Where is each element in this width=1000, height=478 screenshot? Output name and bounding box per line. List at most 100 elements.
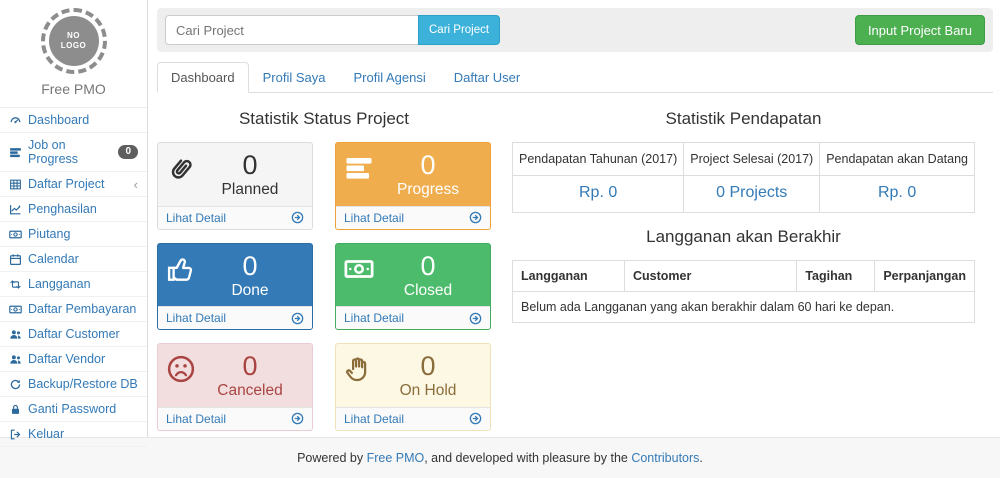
refresh-icon bbox=[9, 378, 22, 391]
line-chart-icon bbox=[9, 203, 22, 216]
status-card-done: 0 Done Lihat Detail bbox=[157, 243, 313, 331]
planned-detail-link[interactable]: Lihat Detail bbox=[158, 206, 312, 229]
footer-text: Powered by bbox=[297, 451, 366, 465]
sidebar-item-calendar[interactable]: Calendar bbox=[0, 247, 147, 272]
tasks-icon bbox=[9, 146, 22, 159]
lihat-detail-label[interactable]: Lihat Detail bbox=[344, 311, 404, 325]
paperclip-icon bbox=[166, 153, 196, 183]
subscription-empty-message: Belum ada Langganan yang akan berakhir d… bbox=[513, 292, 975, 323]
page-footer: Powered by Free PMO, and developed with … bbox=[0, 437, 1000, 478]
status-card-canceled: 0 Canceled Lihat Detail bbox=[157, 343, 313, 431]
status-card-planned: 0 Planned Lihat Detail bbox=[157, 142, 313, 230]
main-content: Cari Project Input Project Baru Dashboar… bbox=[148, 0, 1000, 437]
projects-done-value[interactable]: 0 Projects bbox=[716, 184, 787, 201]
progress-label: Progress bbox=[374, 181, 482, 200]
search-button[interactable]: Cari Project bbox=[418, 15, 500, 45]
income-col-header: Pendapatan akan Datang bbox=[820, 143, 975, 176]
status-card-progress: 0 Progress Lihat Detail bbox=[335, 142, 491, 230]
sidebar-item-job-on-progress[interactable]: Job on Progress 0 bbox=[0, 133, 147, 172]
on-hold-detail-link[interactable]: Lihat Detail bbox=[336, 407, 490, 430]
done-detail-link[interactable]: Lihat Detail bbox=[158, 306, 312, 329]
planned-count: 0 bbox=[196, 150, 304, 181]
tab-profil-saya[interactable]: Profil Saya bbox=[249, 62, 340, 93]
lihat-detail-label[interactable]: Lihat Detail bbox=[166, 412, 226, 426]
closed-detail-link[interactable]: Lihat Detail bbox=[336, 306, 490, 329]
sidebar-item-daftar-pembayaran[interactable]: Daftar Pembayaran bbox=[0, 297, 147, 322]
closed-label: Closed bbox=[374, 282, 482, 301]
tab-profil-agensi[interactable]: Profil Agensi bbox=[339, 62, 439, 93]
arrow-circle-right-icon bbox=[469, 211, 482, 224]
nav-tabs: Dashboard Profil Saya Profil Agensi Daft… bbox=[157, 62, 993, 93]
sidebar-item-daftar-vendor[interactable]: Daftar Vendor bbox=[0, 347, 147, 372]
lihat-detail-label[interactable]: Lihat Detail bbox=[166, 311, 226, 325]
status-card-on-hold: 0 On Hold Lihat Detail bbox=[335, 343, 491, 431]
income-section-title: Statistik Pendapatan bbox=[512, 109, 975, 129]
arrow-circle-right-icon bbox=[291, 412, 304, 425]
job-count-badge: 0 bbox=[118, 145, 138, 159]
done-label: Done bbox=[196, 282, 304, 301]
sidebar: NO LOGO Free PMO Dashboard Job on Progre… bbox=[0, 0, 148, 437]
new-project-button[interactable]: Input Project Baru bbox=[855, 15, 985, 45]
users-icon bbox=[9, 353, 22, 366]
canceled-detail-link[interactable]: Lihat Detail bbox=[158, 407, 312, 430]
income-col-header: Project Selesai (2017) bbox=[684, 143, 820, 176]
arrow-circle-right-icon bbox=[291, 211, 304, 224]
agency-logo: NO LOGO bbox=[41, 8, 107, 74]
canceled-count: 0 bbox=[196, 351, 304, 382]
sidebar-item-label: Daftar Project bbox=[28, 177, 104, 191]
footer-text: , and developed with pleasure by the bbox=[424, 451, 631, 465]
sidebar-item-label: Piutang bbox=[28, 227, 70, 241]
progress-detail-link[interactable]: Lihat Detail bbox=[336, 206, 490, 229]
arrow-circle-right-icon bbox=[291, 312, 304, 325]
sidebar-item-label: Calendar bbox=[28, 252, 79, 266]
retweet-icon bbox=[9, 278, 22, 291]
arrow-circle-right-icon bbox=[469, 412, 482, 425]
thumbs-up-icon bbox=[166, 254, 196, 284]
sidebar-item-keluar[interactable]: Keluar bbox=[0, 422, 147, 447]
subscription-section-title: Langganan akan Berakhir bbox=[512, 227, 975, 247]
sidebar-item-dashboard[interactable]: Dashboard bbox=[0, 108, 147, 133]
lihat-detail-label[interactable]: Lihat Detail bbox=[344, 211, 404, 225]
sidebar-item-label: Ganti Password bbox=[28, 402, 116, 416]
subscription-col-header: Langganan bbox=[513, 261, 625, 292]
sidebar-item-langganan[interactable]: Langganan bbox=[0, 272, 147, 297]
sidebar-item-label: Langganan bbox=[28, 277, 91, 291]
lihat-detail-label[interactable]: Lihat Detail bbox=[166, 211, 226, 225]
income-stats-table: Pendapatan Tahunan (2017) Project Selesa… bbox=[512, 142, 975, 213]
canceled-label: Canceled bbox=[196, 382, 304, 401]
lock-icon bbox=[9, 403, 22, 416]
no-logo-badge: NO LOGO bbox=[49, 16, 99, 66]
sidebar-item-daftar-customer[interactable]: Daftar Customer bbox=[0, 322, 147, 347]
on-hold-count: 0 bbox=[374, 351, 482, 382]
table-row: Belum ada Langganan yang akan berakhir d… bbox=[513, 292, 975, 323]
app-name: Free PMO bbox=[0, 78, 147, 107]
free-pmo-link[interactable]: Free PMO bbox=[367, 451, 425, 465]
search-input[interactable] bbox=[165, 15, 419, 45]
arrow-circle-right-icon bbox=[469, 312, 482, 325]
sidebar-item-piutang[interactable]: Piutang bbox=[0, 222, 147, 247]
yearly-income-value[interactable]: Rp. 0 bbox=[579, 184, 617, 201]
income-col-header: Pendapatan Tahunan (2017) bbox=[513, 143, 684, 176]
subscription-col-header: Perpanjangan bbox=[875, 261, 975, 292]
sidebar-item-penghasilan[interactable]: Penghasilan bbox=[0, 197, 147, 222]
subscription-col-header: Tagihan bbox=[797, 261, 875, 292]
tab-dashboard[interactable]: Dashboard bbox=[157, 62, 249, 93]
tab-daftar-user[interactable]: Daftar User bbox=[440, 62, 534, 93]
sign-out-icon bbox=[9, 428, 22, 441]
table-icon bbox=[9, 178, 22, 191]
sidebar-item-label: Keluar bbox=[28, 427, 64, 441]
contributors-link[interactable]: Contributors bbox=[631, 451, 699, 465]
closed-count: 0 bbox=[374, 251, 482, 282]
sidebar-item-label: Backup/Restore DB bbox=[28, 377, 138, 391]
income-section: Statistik Pendapatan Pendapatan Tahunan … bbox=[512, 95, 993, 431]
sidebar-item-daftar-project[interactable]: Daftar Project ‹ bbox=[0, 172, 147, 197]
chevron-left-icon: ‹ bbox=[134, 178, 138, 191]
calendar-icon bbox=[9, 253, 22, 266]
lihat-detail-label[interactable]: Lihat Detail bbox=[344, 412, 404, 426]
subscription-table: Langganan Customer Tagihan Perpanjangan … bbox=[512, 260, 975, 323]
sidebar-item-ganti-password[interactable]: Ganti Password bbox=[0, 397, 147, 422]
sidebar-item-backup-restore-db[interactable]: Backup/Restore DB bbox=[0, 372, 147, 397]
money-icon bbox=[9, 303, 22, 316]
upcoming-income-value[interactable]: Rp. 0 bbox=[878, 184, 916, 201]
users-icon bbox=[9, 328, 22, 341]
